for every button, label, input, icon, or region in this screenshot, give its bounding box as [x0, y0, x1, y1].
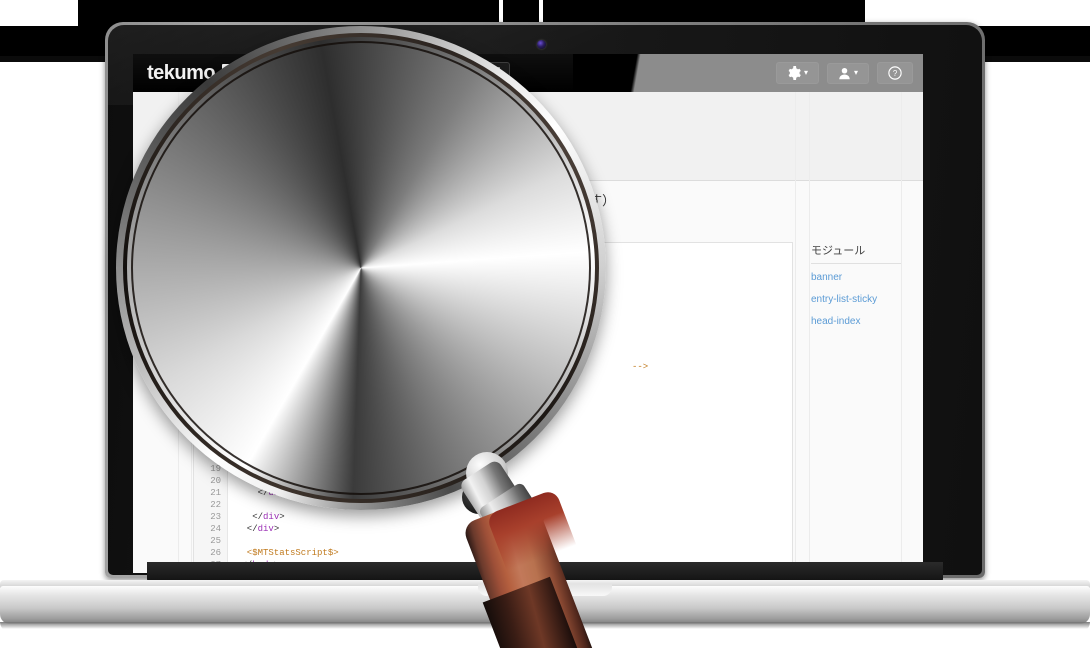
code-line: <$MTStatsScript$> [236, 549, 339, 558]
sidebar-link-head-index[interactable]: head-index [811, 316, 923, 327]
code-token-attr: class= [529, 485, 592, 496]
help-icon: ? [888, 66, 902, 80]
backdrop-white-left [0, 0, 78, 26]
line-number: 25 [210, 536, 221, 546]
user-menu-button[interactable]: ▾ [826, 62, 869, 84]
help-button[interactable]: ? [877, 62, 913, 84]
magnifier-rim-hole [131, 41, 591, 495]
grid-dropdown-icon [132, 108, 157, 133]
sidebar-link-entry-list-sticky[interactable]: entry-list-sticky [811, 294, 923, 305]
layout-guide-line-3 [795, 92, 796, 573]
line-number: 26 [210, 548, 221, 558]
layout-guide-line-4 [809, 92, 810, 573]
screenshot-stage: tekumo ビジネスブログ 記事作成 ▾ [0, 0, 1090, 648]
laptop-base-notch [478, 584, 612, 596]
code-token-plain: </ [236, 524, 258, 534]
line-number: 24 [210, 524, 221, 534]
gear-icon [788, 66, 801, 80]
caret-down-icon: ▾ [803, 68, 808, 77]
code-line: </div> [236, 525, 279, 534]
code-comment-fragment: --> [632, 362, 649, 372]
modules-title: モジュール [811, 242, 901, 264]
svg-text:?: ? [893, 69, 898, 78]
magnifying-glass: tekumo ビジネスブログ 記事作成 ▾ [108, 18, 628, 518]
laptop-base [0, 580, 1090, 638]
user-icon [839, 67, 850, 79]
code-token-tag: div [257, 524, 274, 534]
caret-down-icon: ▾ [853, 68, 858, 77]
laptop-base-foot [0, 622, 1090, 632]
topbar-right-actions: ▾ ▾ [775, 54, 913, 92]
sidebar-link-banner[interactable]: banner [811, 272, 923, 283]
modules-sidebar: モジュール banner entry-list-sticky head-inde… [811, 242, 923, 338]
code-token-mt: <$MTStatsScript$> [236, 548, 339, 558]
code-token-plain: > [273, 524, 280, 534]
settings-button[interactable]: ▾ [775, 62, 819, 84]
